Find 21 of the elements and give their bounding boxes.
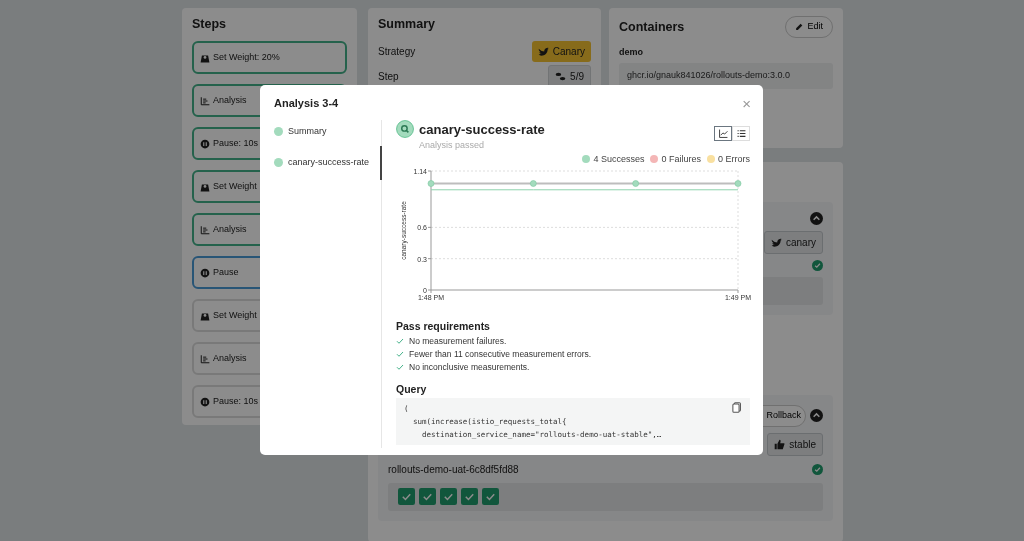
canary-badge: canary: [764, 231, 823, 254]
status-text: Analysis passed: [419, 139, 486, 152]
legend-label: 0 Errors: [718, 152, 750, 166]
requirement-text: No measurement failures.: [409, 335, 507, 347]
legend-label: 0 Failures: [661, 152, 701, 166]
panel-title: Containers: [619, 18, 685, 35]
requirement-text: No inconclusive measurements.: [409, 361, 530, 373]
section-title: Query: [396, 383, 428, 396]
dialog-title: Analysis 3-4: [274, 96, 339, 111]
strategy-badge: Canary: [531, 41, 591, 62]
panel-title: Steps: [192, 16, 228, 32]
metric-name: canary-success-rate: [419, 120, 545, 139]
field-label: Step: [378, 70, 399, 84]
requirement-text: Fewer than 11 consecutive measurement errors.: [409, 348, 592, 360]
container-name: demo: [619, 45, 644, 59]
field-label: Strategy: [378, 45, 416, 59]
panel-title: Summary: [378, 16, 436, 32]
replicaset-name: rollouts-demo-uat-6c8df5fd88: [388, 462, 519, 477]
stable-badge: stable: [767, 432, 823, 456]
section-title: Pass requirements: [396, 320, 491, 333]
legend-label: 4 Successes: [593, 152, 645, 166]
